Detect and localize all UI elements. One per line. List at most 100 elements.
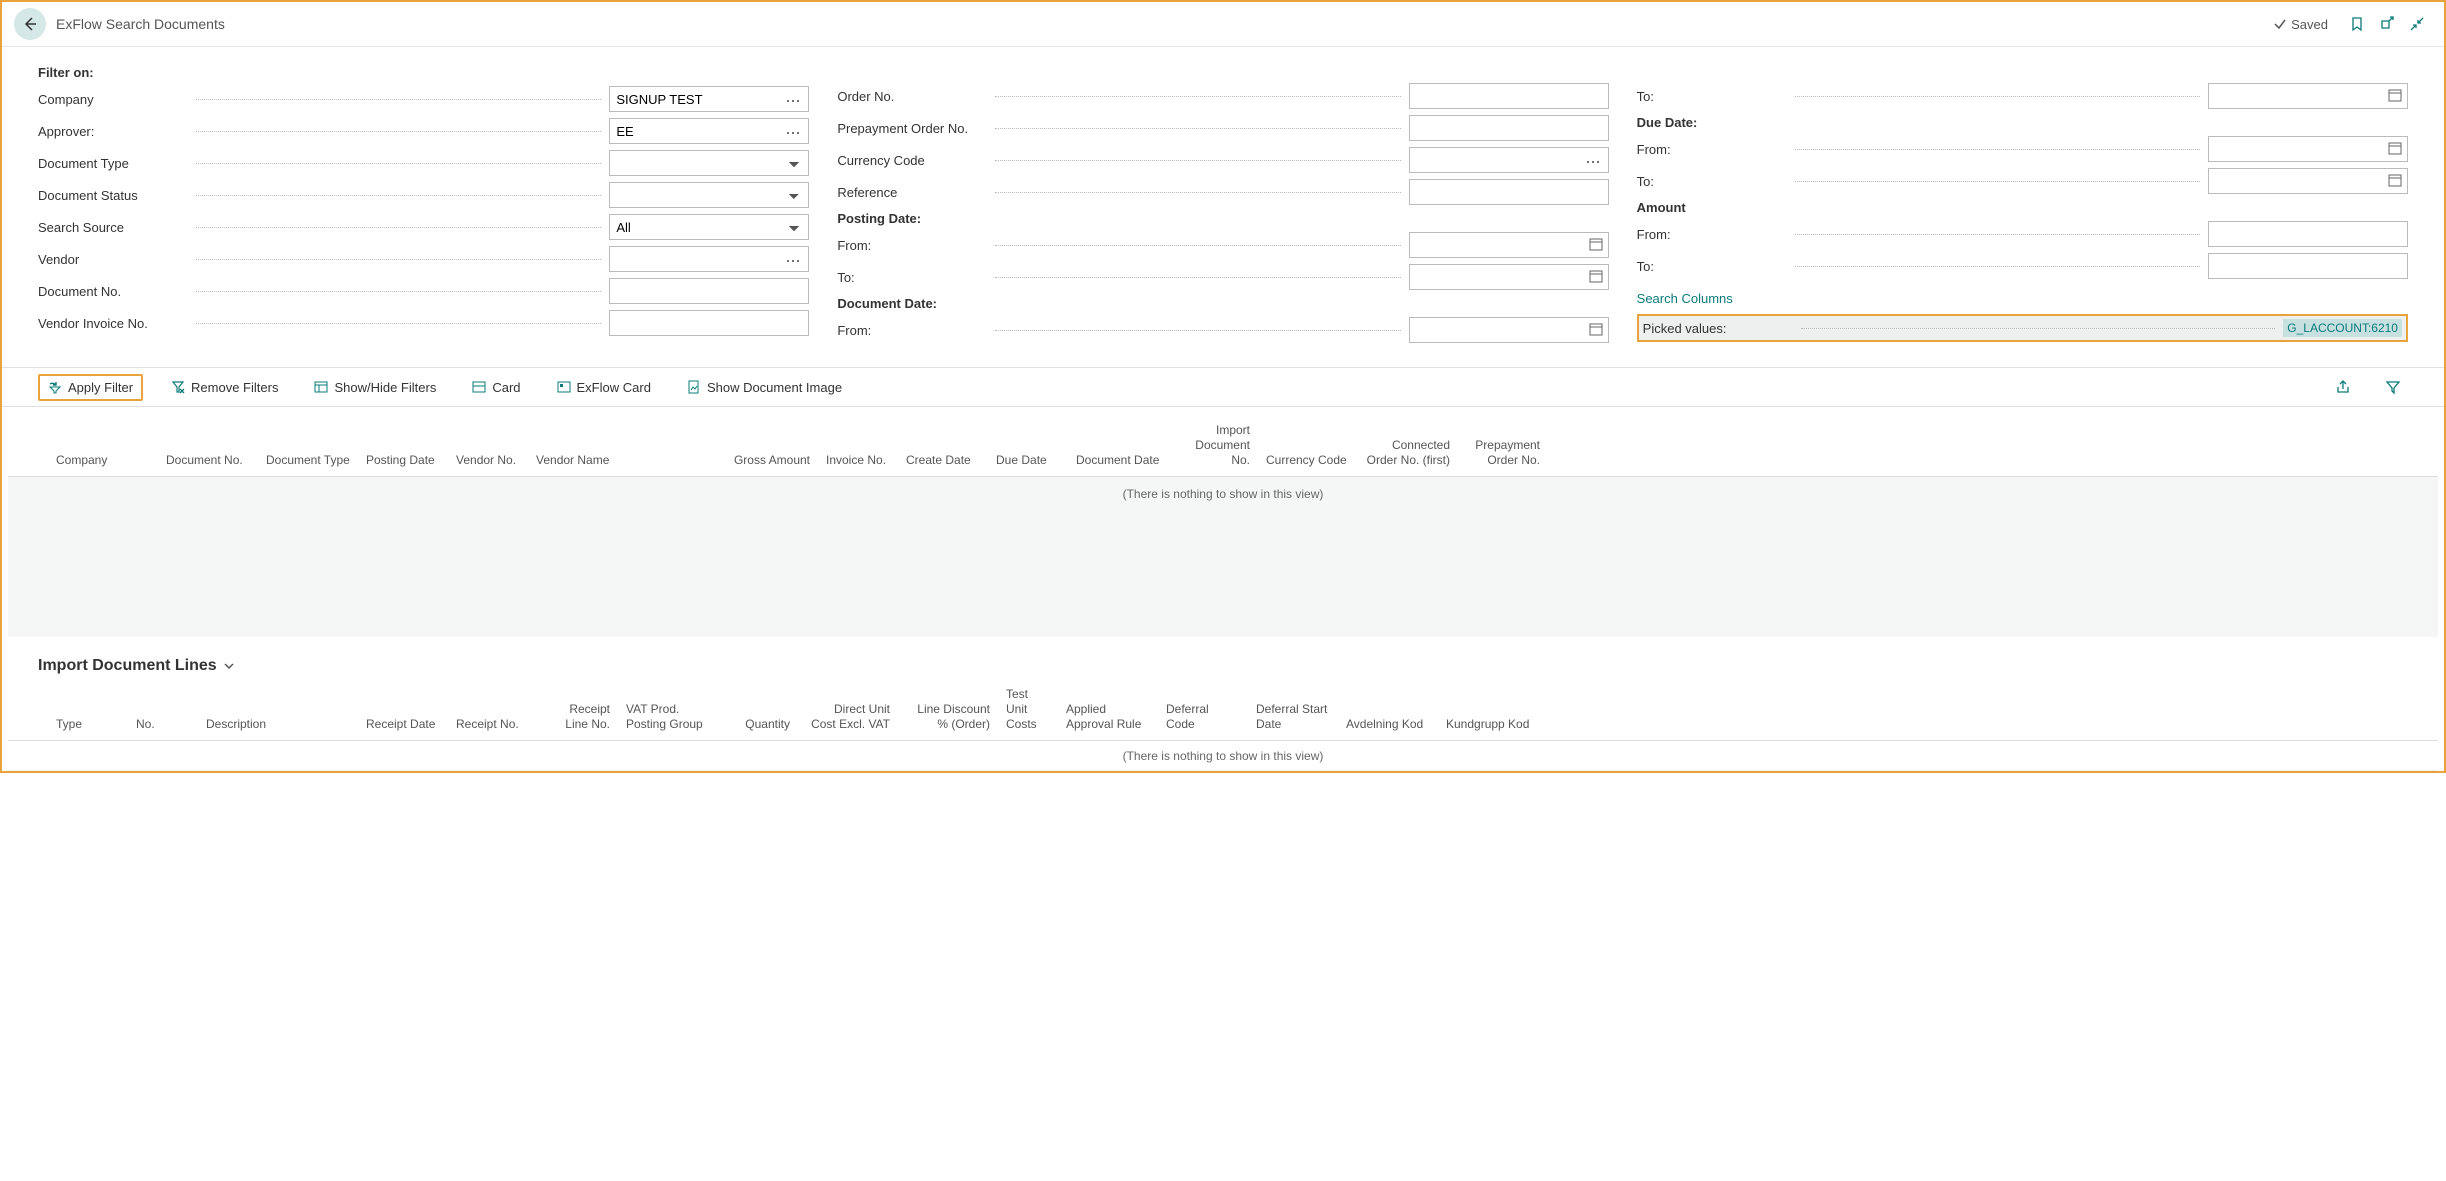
- docdate-from-input[interactable]: [1409, 317, 1609, 343]
- posting-from-input[interactable]: [1409, 232, 1609, 258]
- amount-from-input[interactable]: [2208, 221, 2408, 247]
- picked-values-value[interactable]: G_LACCOUNT:6210: [2283, 319, 2402, 337]
- remove-filters-button[interactable]: Remove Filters: [163, 376, 286, 399]
- search-columns-link[interactable]: Search Columns: [1637, 291, 2408, 306]
- col2-type[interactable]: Type: [48, 687, 128, 732]
- due-from-label: From:: [1637, 142, 1787, 157]
- col2-no[interactable]: No.: [128, 687, 198, 732]
- docdate-to-input[interactable]: [2208, 83, 2408, 109]
- document-status-select[interactable]: [609, 182, 809, 208]
- col-prepayment-order-no[interactable]: Prepayment Order No.: [1458, 423, 1548, 468]
- col2-deferral-start-date[interactable]: Deferral Start Date: [1248, 687, 1338, 732]
- col2-vat-group[interactable]: VAT Prod. Posting Group: [618, 687, 718, 732]
- amount-to-label: To:: [1637, 259, 1787, 274]
- amount-from-label: From:: [1637, 227, 1787, 242]
- bookmark-icon[interactable]: [2348, 15, 2366, 33]
- filter-icon[interactable]: [2384, 378, 2402, 396]
- show-hide-filters-button[interactable]: Show/Hide Filters: [306, 376, 444, 399]
- document-no-input[interactable]: [609, 278, 809, 304]
- posting-date-heading: Posting Date:: [837, 211, 1608, 226]
- col2-quantity[interactable]: Quantity: [718, 687, 798, 732]
- check-icon: [2273, 17, 2287, 31]
- currency-code-input[interactable]: [1409, 147, 1609, 173]
- due-date-heading: Due Date:: [1637, 115, 2408, 130]
- document-type-select[interactable]: [609, 150, 809, 176]
- apply-filter-button[interactable]: Apply Filter: [38, 374, 143, 401]
- filter-on-heading: Filter on:: [38, 65, 809, 80]
- due-to-label: To:: [1637, 174, 1787, 189]
- col2-avdelning-kod[interactable]: Avdelning Kod: [1338, 687, 1438, 732]
- col-due-date[interactable]: Due Date: [988, 423, 1068, 468]
- col2-applied-approval-rule[interactable]: Applied Approval Rule: [1058, 687, 1158, 732]
- filter-section: Filter on: Company Approver: Document Ty…: [2, 47, 2444, 367]
- prepayment-order-no-label: Prepayment Order No.: [837, 121, 987, 136]
- page-title: ExFlow Search Documents: [56, 16, 225, 32]
- col-create-date[interactable]: Create Date: [898, 423, 988, 468]
- collapse-icon[interactable]: [2408, 15, 2426, 33]
- company-input[interactable]: [609, 86, 809, 112]
- col-document-type[interactable]: Document Type: [258, 423, 358, 468]
- col2-receipt-date[interactable]: Receipt Date: [358, 687, 448, 732]
- prepayment-order-no-input[interactable]: [1409, 115, 1609, 141]
- remove-filter-icon: [171, 380, 185, 394]
- results-grid: Company Document No. Document Type Posti…: [8, 417, 2438, 637]
- col2-receipt-no[interactable]: Receipt No.: [448, 687, 538, 732]
- col-invoice-no[interactable]: Invoice No.: [818, 423, 898, 468]
- approver-input[interactable]: [609, 118, 809, 144]
- posting-to-input[interactable]: [1409, 264, 1609, 290]
- back-button[interactable]: [14, 8, 46, 40]
- col2-test-unit-costs[interactable]: Test Unit Costs: [998, 687, 1058, 732]
- popout-icon[interactable]: [2378, 15, 2396, 33]
- col2-description[interactable]: Description: [198, 687, 358, 732]
- import-doc-lines-header[interactable]: Import Document Lines: [2, 637, 2444, 681]
- amount-heading: Amount: [1637, 200, 2408, 215]
- exflow-card-button[interactable]: ExFlow Card: [549, 376, 659, 399]
- document-type-label: Document Type: [38, 156, 188, 171]
- col-currency-code[interactable]: Currency Code: [1258, 423, 1358, 468]
- document-date-heading: Document Date:: [837, 296, 1608, 311]
- share-icon[interactable]: [2334, 378, 2352, 396]
- document-image-icon: [687, 380, 701, 394]
- reference-input[interactable]: [1409, 179, 1609, 205]
- col2-kundgrupp-kod[interactable]: Kundgrupp Kod: [1438, 687, 1538, 732]
- docdate-to-label: To:: [1637, 89, 1787, 104]
- order-no-input[interactable]: [1409, 83, 1609, 109]
- grid-header: Company Document No. Document Type Posti…: [8, 417, 2438, 477]
- toggle-filter-icon: [314, 380, 328, 394]
- document-status-label: Document Status: [38, 188, 188, 203]
- col2-line-discount[interactable]: Line Discount % (Order): [898, 687, 998, 732]
- filter-col-2: Order No. Prepayment Order No. Currency …: [837, 61, 1608, 347]
- due-to-input[interactable]: [2208, 168, 2408, 194]
- col2-deferral-code[interactable]: Deferral Code: [1158, 687, 1248, 732]
- col-vendor-name[interactable]: Vendor Name: [528, 423, 708, 468]
- apply-icon: [48, 380, 62, 394]
- col-document-no[interactable]: Document No.: [158, 423, 258, 468]
- col-company[interactable]: Company: [48, 423, 158, 468]
- col-gross-amount[interactable]: Gross Amount: [708, 423, 818, 468]
- saved-indicator: Saved: [2273, 17, 2328, 32]
- currency-code-label: Currency Code: [837, 153, 987, 168]
- amount-to-input[interactable]: [2208, 253, 2408, 279]
- col-document-date[interactable]: Document Date: [1068, 423, 1168, 468]
- header-bar: ExFlow Search Documents Saved: [2, 2, 2444, 47]
- card-button[interactable]: Card: [464, 376, 528, 399]
- due-from-input[interactable]: [2208, 136, 2408, 162]
- col-vendor-no[interactable]: Vendor No.: [448, 423, 528, 468]
- col-connected-order-no[interactable]: Connected Order No. (first): [1358, 423, 1458, 468]
- vendor-input[interactable]: [609, 246, 809, 272]
- col-import-doc-no[interactable]: Import Document No.: [1168, 423, 1258, 468]
- filter-col-3: To: Due Date: From: To: Amount From: To:…: [1637, 61, 2408, 347]
- search-source-select[interactable]: All: [609, 214, 809, 240]
- vendor-invoice-no-input[interactable]: [609, 310, 809, 336]
- approver-label: Approver:: [38, 124, 188, 139]
- posting-to-label: To:: [837, 270, 987, 285]
- filter-col-1: Filter on: Company Approver: Document Ty…: [38, 61, 809, 347]
- col-posting-date[interactable]: Posting Date: [358, 423, 448, 468]
- reference-label: Reference: [837, 185, 987, 200]
- action-bar: Apply Filter Remove Filters Show/Hide Fi…: [2, 367, 2444, 407]
- document-no-label: Document No.: [38, 284, 188, 299]
- col2-direct-unit-cost[interactable]: Direct Unit Cost Excl. VAT: [798, 687, 898, 732]
- lines-grid-empty: (There is nothing to show in this view): [8, 741, 2438, 771]
- col2-receipt-line-no[interactable]: Receipt Line No.: [538, 687, 618, 732]
- show-document-image-button[interactable]: Show Document Image: [679, 376, 850, 399]
